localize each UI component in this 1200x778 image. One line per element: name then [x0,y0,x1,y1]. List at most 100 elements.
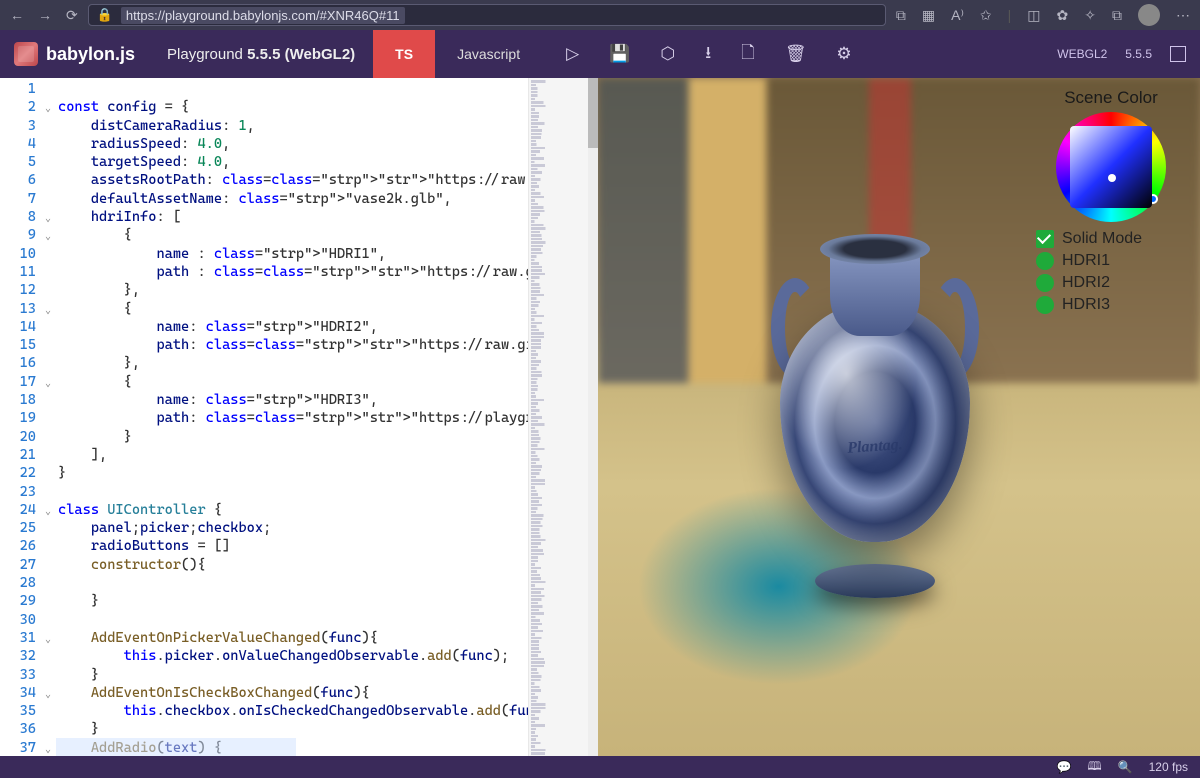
code-line[interactable]: } [58,464,598,482]
line-gutter: 12⌄345678⌄9⌄10111213⌄14151617⌄1819202122… [0,78,56,756]
code-line[interactable]: name : class="strp">"HDRI1", [58,245,598,263]
code-line[interactable]: defaultAssetName: class="strp">"vase2k.g… [58,190,598,208]
code-line[interactable] [58,483,598,501]
favorite-icon[interactable]: ✩ [980,7,992,24]
collections-icon[interactable]: ⧉ [1112,7,1122,24]
code-line[interactable]: AddEventOnPickerValueChanged(func){ [58,629,598,647]
app-header: babylon.js Playground 5.5.5 (WebGL2) TS … [0,30,1200,78]
play-icon[interactable]: ▷ [566,44,579,64]
option-label: HDRI1 [1062,252,1110,270]
playground-label: Playground 5.5.5 (WebGL2) [149,46,373,63]
minimap[interactable] [528,78,588,756]
webgl-label[interactable]: WEBGL2 [1057,47,1107,61]
browser-chrome: ← → ⟳ 🔒 https://playground.babylonjs.com… [0,0,1200,30]
more-icon[interactable]: ⋯ [1176,7,1190,24]
docs-icon[interactable]: 🕮 [1088,757,1102,778]
code-line[interactable]: this.picker.onValueChangedObservable.add… [58,647,598,665]
checkbox-icon[interactable] [1036,230,1054,248]
code-line[interactable]: const config = { [58,98,598,116]
scene-overlay-panel: Scene Color Solid Mode HDRI1 HDRI2 HDRI3 [1036,88,1186,318]
nav-refresh-icon[interactable]: ⟳ [66,7,78,24]
option-label: Solid Mode [1062,230,1142,248]
code-line[interactable]: AddEventOnIsCheckBoxChanged(func){ [58,684,598,702]
hdri-option[interactable]: HDRI2 [1036,274,1186,292]
hdri-option[interactable]: HDRI3 [1036,296,1186,314]
address-bar[interactable]: 🔒 https://playground.babylonjs.com/#XNR4… [88,4,886,26]
hdri-option[interactable]: HDRI1 [1036,252,1186,270]
code-line[interactable]: radiusSpeed: 4.0, [58,135,598,153]
fold-icon[interactable]: ⌄ [45,741,51,759]
code-line[interactable]: } [58,666,598,684]
vase-model[interactable]: Plantag. [765,214,985,614]
code-line[interactable]: ], [58,446,598,464]
settings-icon[interactable]: ⚙ [836,44,851,64]
download-icon[interactable]: ⭳ [705,40,711,69]
code-line[interactable]: name: class="strp">"HDRI3", [58,391,598,409]
lock-icon: 🔒 [97,7,113,23]
code-area[interactable]: const config = { distCameraRadius: 1, ra… [56,78,598,756]
code-line[interactable]: path: class=class="strp">"str">"https://… [58,409,598,427]
brand[interactable]: babylon.js [0,42,149,66]
scene-color-title: Scene Color [1036,88,1186,108]
code-line[interactable]: panel;picker;checkbox; [58,519,598,537]
clear-icon[interactable]: 🗑 [785,44,807,64]
scene-view[interactable]: Plantag. Scene Color Solid Mode HDRI1 HDRI… [598,78,1200,756]
code-line[interactable]: this.checkbox.onIsCheckedChangedObservab… [58,702,598,720]
code-line[interactable]: constructor(){ [58,556,598,574]
code-line[interactable]: name: class="strp">"HDRI2", [58,318,598,336]
status-bar: 💬 🕮 🔍 120 fps [0,756,1200,778]
vertical-scrollbar[interactable] [588,78,598,756]
code-line[interactable]: } [58,592,598,610]
tab-typescript[interactable]: TS [373,30,435,78]
fps-counter: 120 fps [1149,760,1188,774]
brand-text: babylon.js [46,44,135,65]
solid-mode-toggle[interactable]: Solid Mode [1036,230,1186,248]
url-text: https://playground.babylonjs.com/#XNR46Q… [121,7,405,24]
code-line[interactable]: path: class=class="strp">"str">"https://… [58,336,598,354]
inspector-icon[interactable]: ⬡ [660,44,675,64]
qr-icon[interactable]: ▦ [922,7,935,24]
code-line[interactable] [58,80,598,98]
code-line[interactable]: } [58,428,598,446]
code-line[interactable] [58,574,598,592]
tab-javascript[interactable]: Javascript [435,30,542,78]
radio-icon[interactable] [1036,274,1054,292]
code-line[interactable]: assetsRootPath: class=class="strp">"str"… [58,171,598,189]
code-line[interactable]: radioButtons = [] [58,537,598,555]
hue-handle[interactable] [1148,194,1158,204]
safe-mode-icon[interactable] [1170,46,1186,62]
save-icon[interactable]: 💾 [609,44,630,64]
profile-avatar[interactable] [1138,4,1160,26]
split-icon[interactable]: ◫ [1027,7,1040,24]
babylon-logo-icon [14,42,38,66]
code-line[interactable]: { [58,373,598,391]
read-aloud-icon[interactable]: A⁾ [951,7,964,24]
color-picker-wheel[interactable] [1056,112,1166,222]
code-line[interactable]: class UIController { [58,501,598,519]
color-picker-dot[interactable] [1108,174,1116,182]
code-line[interactable]: { [58,300,598,318]
radio-icon[interactable] [1036,252,1054,270]
option-label: HDRI3 [1062,296,1110,314]
code-line[interactable]: targetSpeed: 4.0, [58,153,598,171]
code-line[interactable]: distCameraRadius: 1, [58,117,598,135]
favorites-bar-icon[interactable]: ✧ [1084,7,1096,24]
search-icon[interactable]: 🔍 [1118,760,1133,774]
device-icon[interactable]: ⧉ [896,7,906,24]
code-line[interactable]: } [58,720,598,738]
code-line[interactable]: hdriInfo: [ [58,208,598,226]
code-editor[interactable]: 12⌄345678⌄9⌄10111213⌄14151617⌄1819202122… [0,78,598,756]
selection-highlight [56,738,296,756]
version-label[interactable]: 5.5.5 [1125,47,1152,61]
forum-icon[interactable]: 💬 [1057,760,1072,774]
code-line[interactable]: path : class=class="strp">"str">"https:/… [58,263,598,281]
nav-forward-icon[interactable]: → [38,7,52,23]
nav-back-icon[interactable]: ← [10,7,24,23]
code-line[interactable]: { [58,226,598,244]
code-line[interactable]: }, [58,281,598,299]
new-icon[interactable]: 🗋 [741,40,755,69]
extensions-icon[interactable]: ✿ [1057,7,1069,24]
radio-icon[interactable] [1036,296,1054,314]
code-line[interactable]: }, [58,354,598,372]
code-line[interactable] [58,611,598,629]
